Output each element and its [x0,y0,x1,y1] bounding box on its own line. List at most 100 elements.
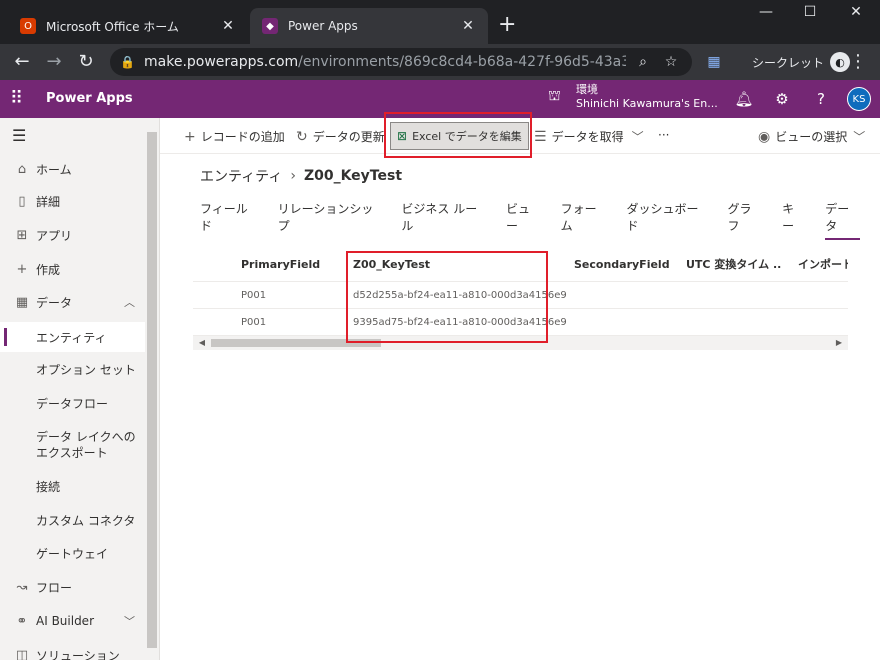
nav-item-gateways[interactable]: ゲートウェイ [0,538,145,568]
cell-primaryfield[interactable]: P001 [241,309,266,336]
tab-business-rules[interactable]: ビジネス ルール [401,200,486,240]
add-record-label: レコードの追加 [200,130,285,144]
chevron-up-icon: ︿ [124,296,135,309]
reload-icon[interactable]: ↻ [74,50,98,74]
nav-item-data[interactable]: ▦ データ ︿ [0,287,145,317]
nav-item-create[interactable]: + 作成 [0,254,145,284]
entity-tabs: フィールド リレーションシップ ビジネス ルール ビュー フォーム ダッシュボー… [200,200,880,240]
nav-item-entities[interactable]: エンティティ [0,322,145,352]
nav-scrollbar[interactable] [145,118,159,660]
browser-tab-powerapps[interactable]: ◆ Power Apps ✕ [250,8,488,44]
url-host: make.powerapps.com [144,54,299,70]
nav-item-label: 作成 [36,262,61,277]
apps-icon: ⊞ [16,227,28,243]
nav-scroll-thumb[interactable] [147,132,157,648]
tab-relationships[interactable]: リレーションシップ [278,200,382,240]
column-header-utc-conversion[interactable]: UTC 変換タイム ... [686,248,782,282]
address-bar[interactable]: 🔒 make.powerapps.com /environments/869c8… [110,48,692,76]
close-icon[interactable]: ✕ [460,18,476,34]
scroll-left-icon[interactable]: ◀ [195,336,209,350]
environment-label: 環境 [576,83,598,96]
nav-item-label: 接続 [36,479,61,494]
browser-tab-strip: O Microsoft Office ホーム ✕ ◆ Power Apps ✕ … [0,0,880,44]
environment-name: Shinichi Kawamura's En... [576,97,718,110]
nav-item-ai-builder[interactable]: ⚭ AI Builder ﹀ [0,606,145,636]
nav-item-label: データフロー [36,396,109,411]
scroll-right-icon[interactable]: ▶ [832,336,846,350]
close-icon[interactable]: ✕ [220,18,236,34]
database-icon: ☰ [534,128,547,145]
nav-item-flows[interactable]: ↝ フロー [0,572,145,602]
nav-item-label: ホーム [36,162,72,177]
incognito-indicator[interactable]: シークレット ◐ [752,52,851,72]
tab-data[interactable]: データ [825,200,860,240]
office-icon: O [20,18,36,34]
browser-toolbar: ← → ↻ 🔒 make.powerapps.com /environments… [0,44,880,80]
nav-item-solutions[interactable]: ◫ ソリューション [0,640,145,660]
nav-item-custom-connectors[interactable]: カスタム コネクタ [0,505,145,535]
cell-primaryfield[interactable]: P001 [241,282,266,309]
browser-tab-office[interactable]: O Microsoft Office ホーム ✕ [8,8,248,44]
nav-item-dataflows[interactable]: データフロー [0,388,145,418]
nav-item-label: ソリューション [36,648,120,660]
hamburger-icon[interactable]: ☰ [12,126,26,145]
get-data-button[interactable]: ☰ データを取得 ﹀ [534,128,644,145]
tab-dashboards[interactable]: ダッシュボード [627,200,708,240]
refresh-icon: ↻ [296,128,308,145]
column-header-import[interactable]: インポート [798,248,848,282]
tab-title: Power Apps [288,19,358,33]
highlight-box [384,112,532,158]
eye-icon: ◉ [758,128,771,145]
nav-item-label: エンティティ [36,330,107,345]
more-commands-button[interactable]: ··· [658,128,669,142]
bookmark-star-icon[interactable]: ☆ [660,54,682,70]
bell-icon[interactable]: 🔔︎ [733,89,755,109]
solutions-icon: ◫ [15,647,29,660]
nav-item-option-sets[interactable]: オプション セット [0,354,145,384]
zoom-icon[interactable]: ⌕ [632,54,654,70]
nav-item-connections[interactable]: 接続 [0,471,145,501]
breadcrumb-entities[interactable]: エンティティ [200,166,282,186]
nav-item-label: アプリ [36,228,73,243]
tab-forms[interactable]: フォーム [561,200,607,240]
tab-views[interactable]: ビュー [506,200,541,240]
app-launcher-icon[interactable]: ⠿ [10,89,23,109]
book-icon: ▯ [18,193,26,209]
nav-item-export-data-lake[interactable]: データ レイクへのエクスポート [0,425,145,465]
app-name[interactable]: Power Apps [46,91,133,106]
back-icon[interactable]: ← [10,50,34,74]
extension-icon[interactable]: ▦ [702,50,726,74]
tab-fields[interactable]: フィールド [200,200,258,240]
chevron-down-icon[interactable]: ﹀ [632,128,644,145]
tab-title: Microsoft Office ホーム [46,19,179,34]
nav-item-apps[interactable]: ⊞ アプリ [0,220,145,250]
refresh-data-button[interactable]: ↻ データの更新 [296,128,385,145]
column-header-primaryfield[interactable]: PrimaryField [241,248,341,282]
nav-item-learn[interactable]: ▯ 詳細 [0,186,145,216]
column-header-secondaryfield[interactable]: SecondaryField [574,248,674,282]
tab-charts[interactable]: グラフ [727,200,762,240]
maximize-icon[interactable]: ☐ [788,4,832,20]
incognito-label: シークレット [752,55,825,70]
minimize-icon[interactable]: — [744,4,788,20]
new-tab-button[interactable]: + [498,14,516,36]
home-icon: ⌂ [17,161,27,177]
get-data-label: データを取得 [551,130,624,144]
chevron-right-icon: › [290,168,296,184]
browser-menu-icon[interactable]: ⋮ [846,50,870,74]
nav-item-label: AI Builder [36,614,95,628]
user-avatar[interactable]: KS [847,87,871,111]
view-selector[interactable]: ◉ ビューの選択 ﹀ [758,128,865,145]
window-close-icon[interactable]: ✕ [834,4,878,20]
help-icon[interactable]: ? [810,89,832,109]
add-record-button[interactable]: + レコードの追加 [184,128,285,145]
forward-icon[interactable]: → [42,50,66,74]
breadcrumb: エンティティ › Z00_KeyTest [200,166,402,186]
nav-item-home[interactable]: ⌂ ホーム [0,154,145,184]
chevron-down-icon: ﹀ [124,615,135,628]
ai-builder-icon: ⚭ [16,613,28,629]
nav-item-label: 詳細 [36,194,61,209]
environment-picker[interactable]: ⛫ 環境 Shinichi Kawamura's En... [548,83,718,111]
tab-keys[interactable]: キー [782,200,805,240]
gear-icon[interactable]: ⚙ [771,89,793,109]
